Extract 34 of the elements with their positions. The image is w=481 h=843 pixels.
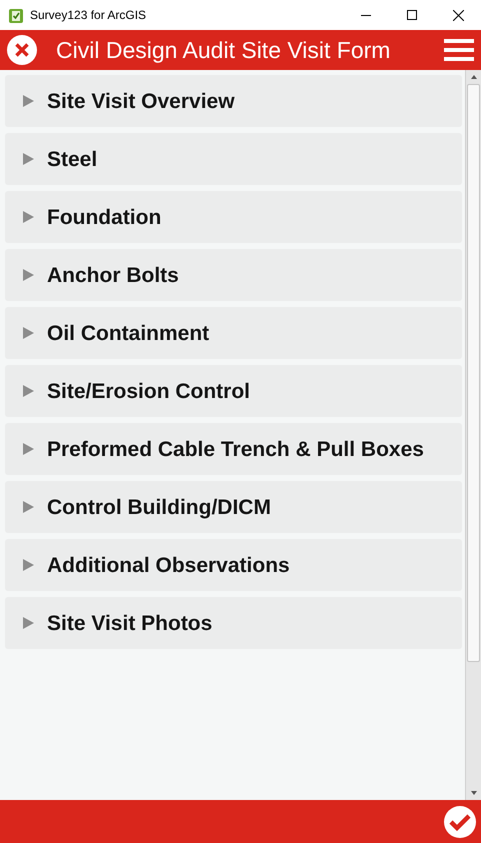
close-icon bbox=[452, 10, 464, 20]
caret-right-icon bbox=[22, 443, 34, 455]
maximize-icon bbox=[407, 10, 417, 20]
section-header[interactable]: Oil Containment bbox=[5, 307, 462, 359]
section-header[interactable]: Site Visit Overview bbox=[5, 75, 462, 127]
section-header[interactable]: Foundation bbox=[5, 191, 462, 243]
submit-button[interactable] bbox=[443, 804, 477, 838]
section-header[interactable]: Site Visit Photos bbox=[5, 597, 462, 649]
scrollbar[interactable] bbox=[465, 70, 481, 800]
window-title: Survey123 for ArcGIS bbox=[30, 7, 146, 24]
caret-right-icon bbox=[22, 269, 34, 281]
scrollbar-thumb[interactable] bbox=[467, 84, 480, 662]
caret-right-icon bbox=[22, 95, 34, 107]
menu-icon bbox=[444, 37, 474, 63]
menu-button[interactable] bbox=[444, 37, 474, 63]
section-header[interactable]: Preformed Cable Trench & Pull Boxes bbox=[5, 423, 462, 475]
section-header[interactable]: Site/Erosion Control bbox=[5, 365, 462, 417]
minimize-icon bbox=[361, 14, 371, 16]
section-header[interactable]: Control Building/DICM bbox=[5, 481, 462, 533]
app-icon bbox=[9, 8, 23, 22]
section-header[interactable]: Additional Observations bbox=[5, 539, 462, 591]
section-header[interactable]: Steel bbox=[5, 133, 462, 185]
caret-right-icon bbox=[22, 559, 34, 571]
checkmark-icon bbox=[443, 804, 477, 838]
caret-right-icon bbox=[22, 211, 34, 223]
caret-right-icon bbox=[22, 327, 34, 339]
close-icon bbox=[6, 34, 38, 66]
section-header[interactable]: Anchor Bolts bbox=[5, 249, 462, 301]
caret-right-icon bbox=[22, 385, 34, 397]
form-title: Civil Design Audit Site Visit Form bbox=[56, 36, 390, 65]
caret-right-icon bbox=[22, 617, 34, 629]
caret-right-icon bbox=[22, 501, 34, 513]
caret-right-icon bbox=[22, 153, 34, 165]
close-form-button[interactable] bbox=[6, 34, 38, 66]
